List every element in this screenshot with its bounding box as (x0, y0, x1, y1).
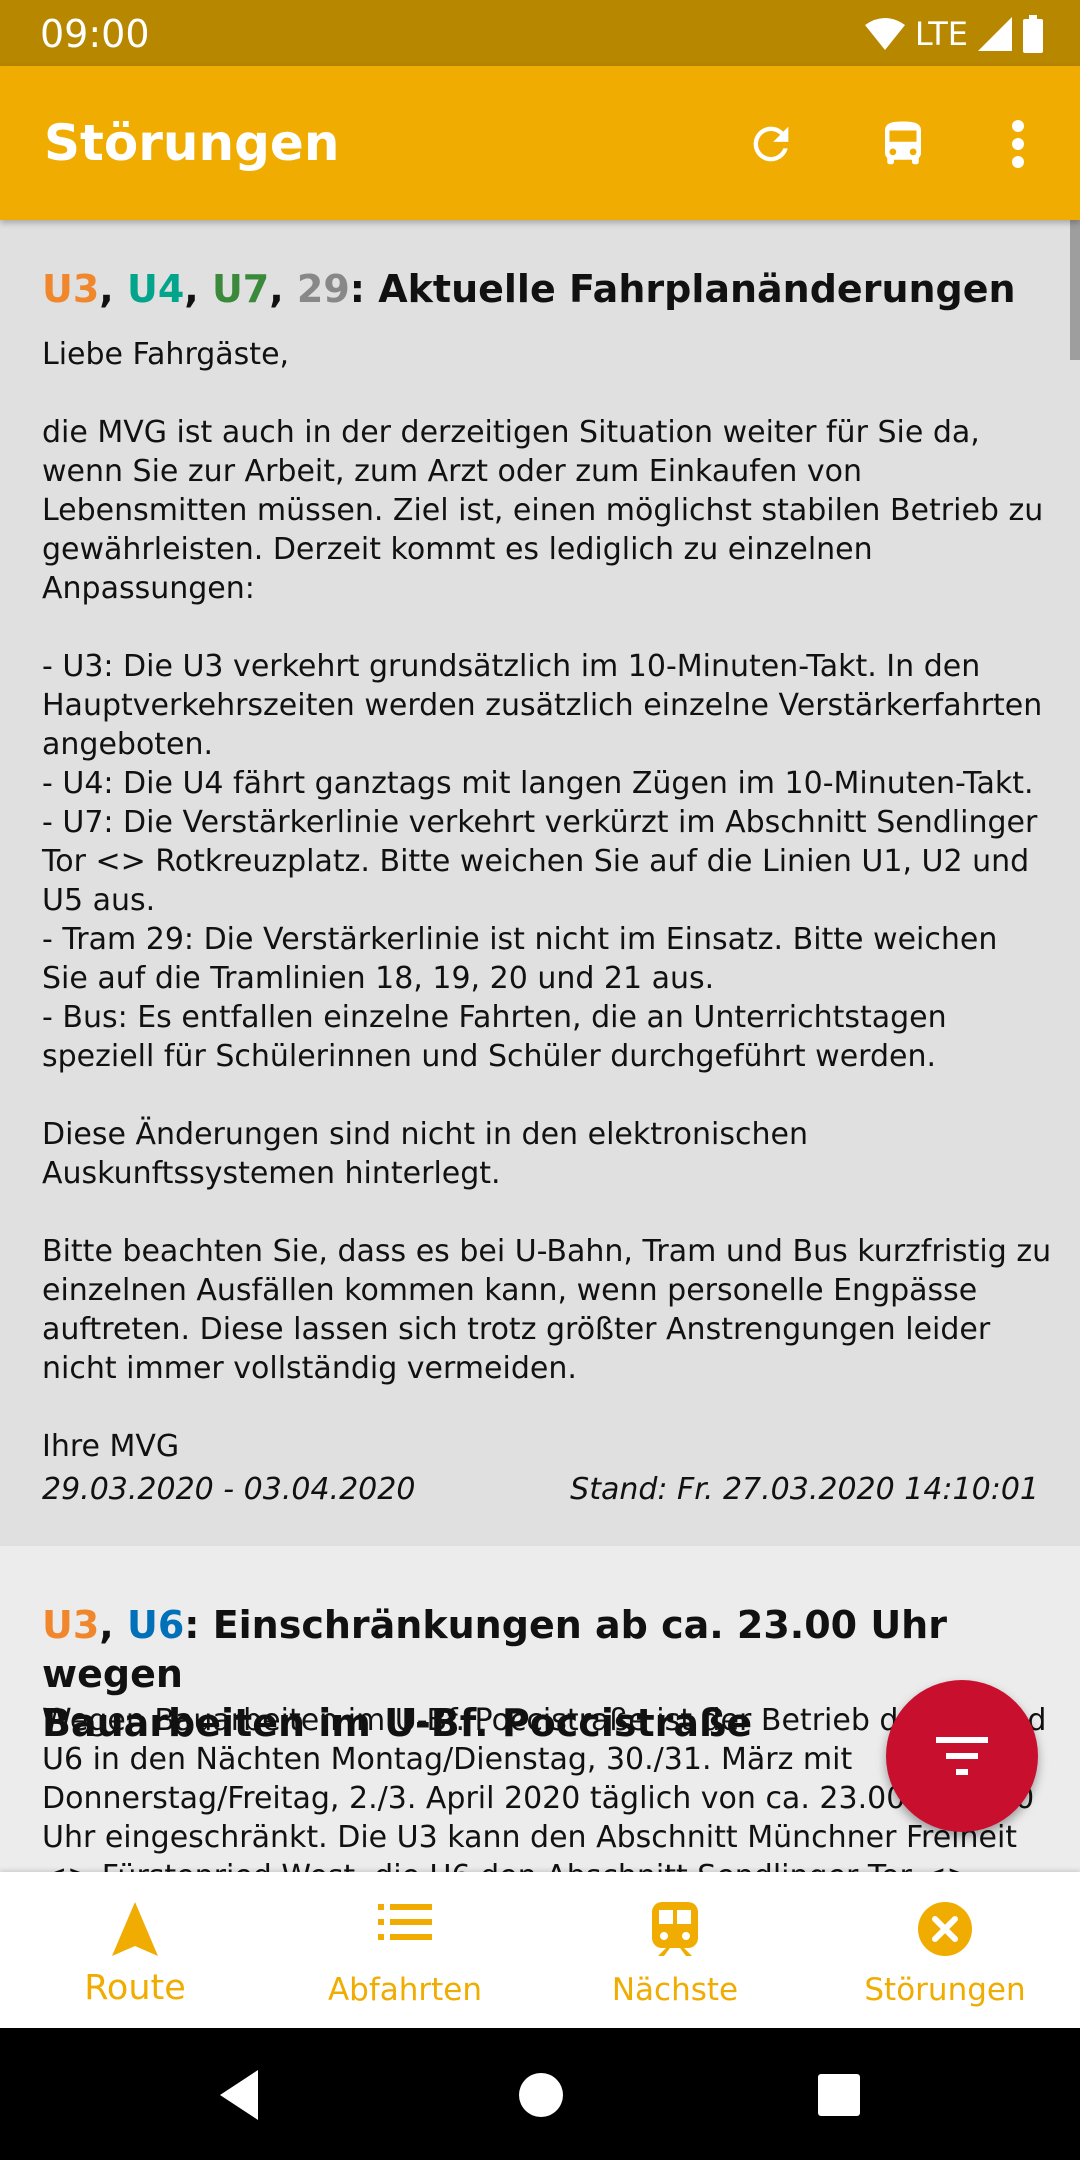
back-icon[interactable] (214, 2068, 268, 2122)
nav-abfahrten[interactable]: Abfahrten (270, 1872, 540, 2028)
status-time: 09:00 (40, 12, 150, 56)
separator: , (184, 267, 212, 311)
line-badge-29: 29 (296, 267, 350, 311)
disruption-body: Liebe Fahrgäste, die MVG ist auch in der… (42, 337, 1052, 1464)
line-badge-u7: U7 (211, 267, 270, 311)
nav-stoerungen-label: Störungen (864, 1972, 1026, 2008)
home-icon[interactable] (514, 2068, 568, 2122)
more-vert-icon[interactable] (982, 108, 1054, 180)
disruption-meta: 29.03.2020 - 03.04.2020 Stand: Fr. 27.03… (42, 1472, 1039, 1507)
line-badge-u4: U4 (126, 267, 185, 311)
system-navigation-bar (0, 2028, 1080, 2160)
stand-timestamp: Stand: Fr. 27.03.2020 14:10:01 (570, 1472, 1039, 1507)
scrollbar[interactable] (1070, 220, 1080, 360)
page-title: Störungen (44, 114, 340, 172)
navigation-arrow-icon (112, 1902, 158, 1956)
nav-route[interactable]: Route (0, 1872, 270, 2028)
date-range: 29.03.2020 - 03.04.2020 (42, 1472, 416, 1507)
filter-icon (936, 1737, 988, 1775)
nav-naechste[interactable]: Nächste (540, 1872, 810, 2028)
train-icon (652, 1902, 698, 1956)
nav-route-label: Route (84, 1968, 186, 2008)
status-bar: 09:00 LTE (0, 0, 1080, 66)
disruptions-list[interactable]: U3, U4, U7, 29: Aktuelle Fahrplanänderun… (0, 220, 1080, 1872)
bus-icon[interactable] (867, 108, 939, 180)
wifi-icon (864, 18, 905, 50)
disruption-title: U3, U4, U7, 29: Aktuelle Fahrplanänderun… (42, 265, 1016, 314)
separator: , (99, 267, 127, 311)
nav-abfahrten-label: Abfahrten (327, 1972, 483, 2008)
nav-naechste-label: Nächste (611, 1972, 739, 2008)
signal-icon (978, 17, 1012, 51)
line-badge-u6: U6 (126, 1603, 185, 1647)
battery-icon (1023, 15, 1043, 53)
filter-button[interactable] (886, 1680, 1038, 1832)
overview-icon[interactable] (812, 2068, 866, 2122)
separator: , (269, 267, 297, 311)
disruption-card[interactable]: U3, U4, U7, 29: Aktuelle Fahrplanänderun… (0, 220, 1080, 1546)
nav-stoerungen[interactable]: Störungen (810, 1872, 1080, 2028)
separator: , (99, 1603, 127, 1647)
network-type: LTE (914, 15, 968, 53)
refresh-icon[interactable] (735, 108, 807, 180)
line-badge-u3: U3 (42, 267, 100, 311)
bottom-navigation: Route Abfahrten Nächste Störungen (0, 1872, 1080, 2028)
disruption-title-text: : Aktuelle Fahrplanänderungen (349, 267, 1016, 311)
app-bar: Störungen (0, 66, 1080, 220)
cancel-circle-icon (918, 1902, 972, 1956)
status-icons: LTE (864, 12, 1044, 56)
line-badge-u3: U3 (42, 1603, 100, 1647)
list-icon (378, 1904, 432, 1940)
